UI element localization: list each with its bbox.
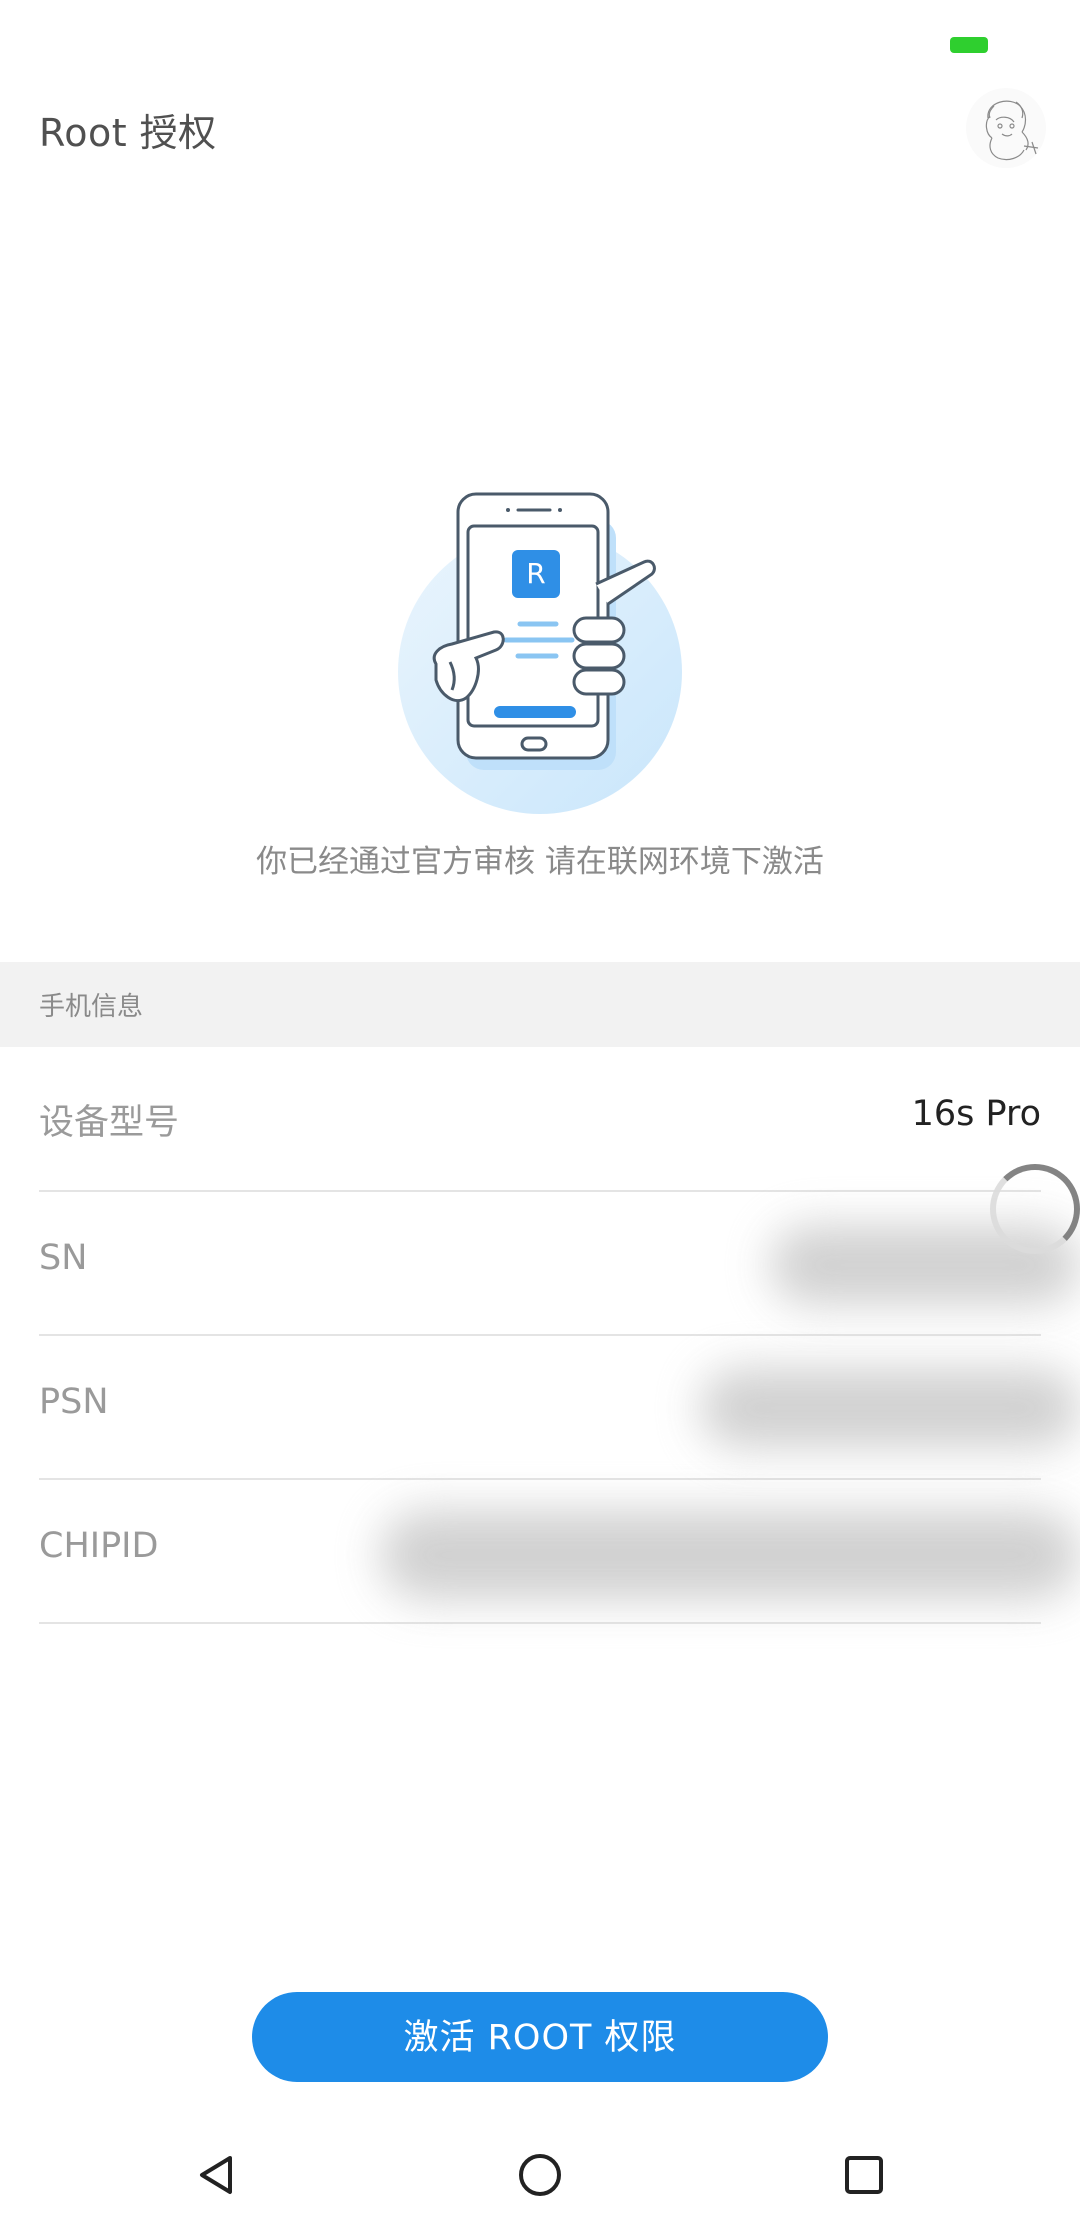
section-header-phone-info: 手机信息 xyxy=(0,962,1080,1047)
activate-root-button[interactable]: 激活 ROOT 权限 xyxy=(252,1992,828,2082)
chipid-redaction xyxy=(380,1510,1080,1600)
model-label: 设备型号 xyxy=(39,1103,180,1143)
section-title: 手机信息 xyxy=(39,992,144,1022)
loading-spinner-icon xyxy=(990,1164,1080,1254)
home-circle-icon xyxy=(519,2154,561,2196)
recents-square-icon xyxy=(845,2156,883,2194)
psn-redaction xyxy=(700,1368,1080,1448)
verification-hint: 你已经通过官方审核 请在联网环境下激活 xyxy=(256,844,824,880)
nav-back-button[interactable] xyxy=(172,2130,262,2220)
nav-home-button[interactable] xyxy=(495,2130,585,2220)
battery-indicator xyxy=(950,37,988,53)
info-row-model: 设备型号 16s Pro xyxy=(39,1047,1041,1192)
avatar[interactable] xyxy=(966,88,1046,168)
system-nav-bar xyxy=(0,2130,1080,2220)
sn-label: SN xyxy=(39,1238,88,1278)
page-title: Root 授权 xyxy=(39,111,217,155)
phone-in-hand-icon xyxy=(398,492,682,814)
model-value: 16s Pro xyxy=(911,1094,1041,1134)
phone-in-hand-illustration: R xyxy=(396,484,686,824)
chipid-label: CHIPID xyxy=(39,1526,159,1566)
back-triangle-icon xyxy=(200,2156,232,2194)
nav-recents-button[interactable] xyxy=(819,2130,909,2220)
avatar-sketch-icon xyxy=(985,100,1039,161)
psn-label: PSN xyxy=(39,1382,109,1422)
root-badge-letter: R xyxy=(526,557,546,590)
